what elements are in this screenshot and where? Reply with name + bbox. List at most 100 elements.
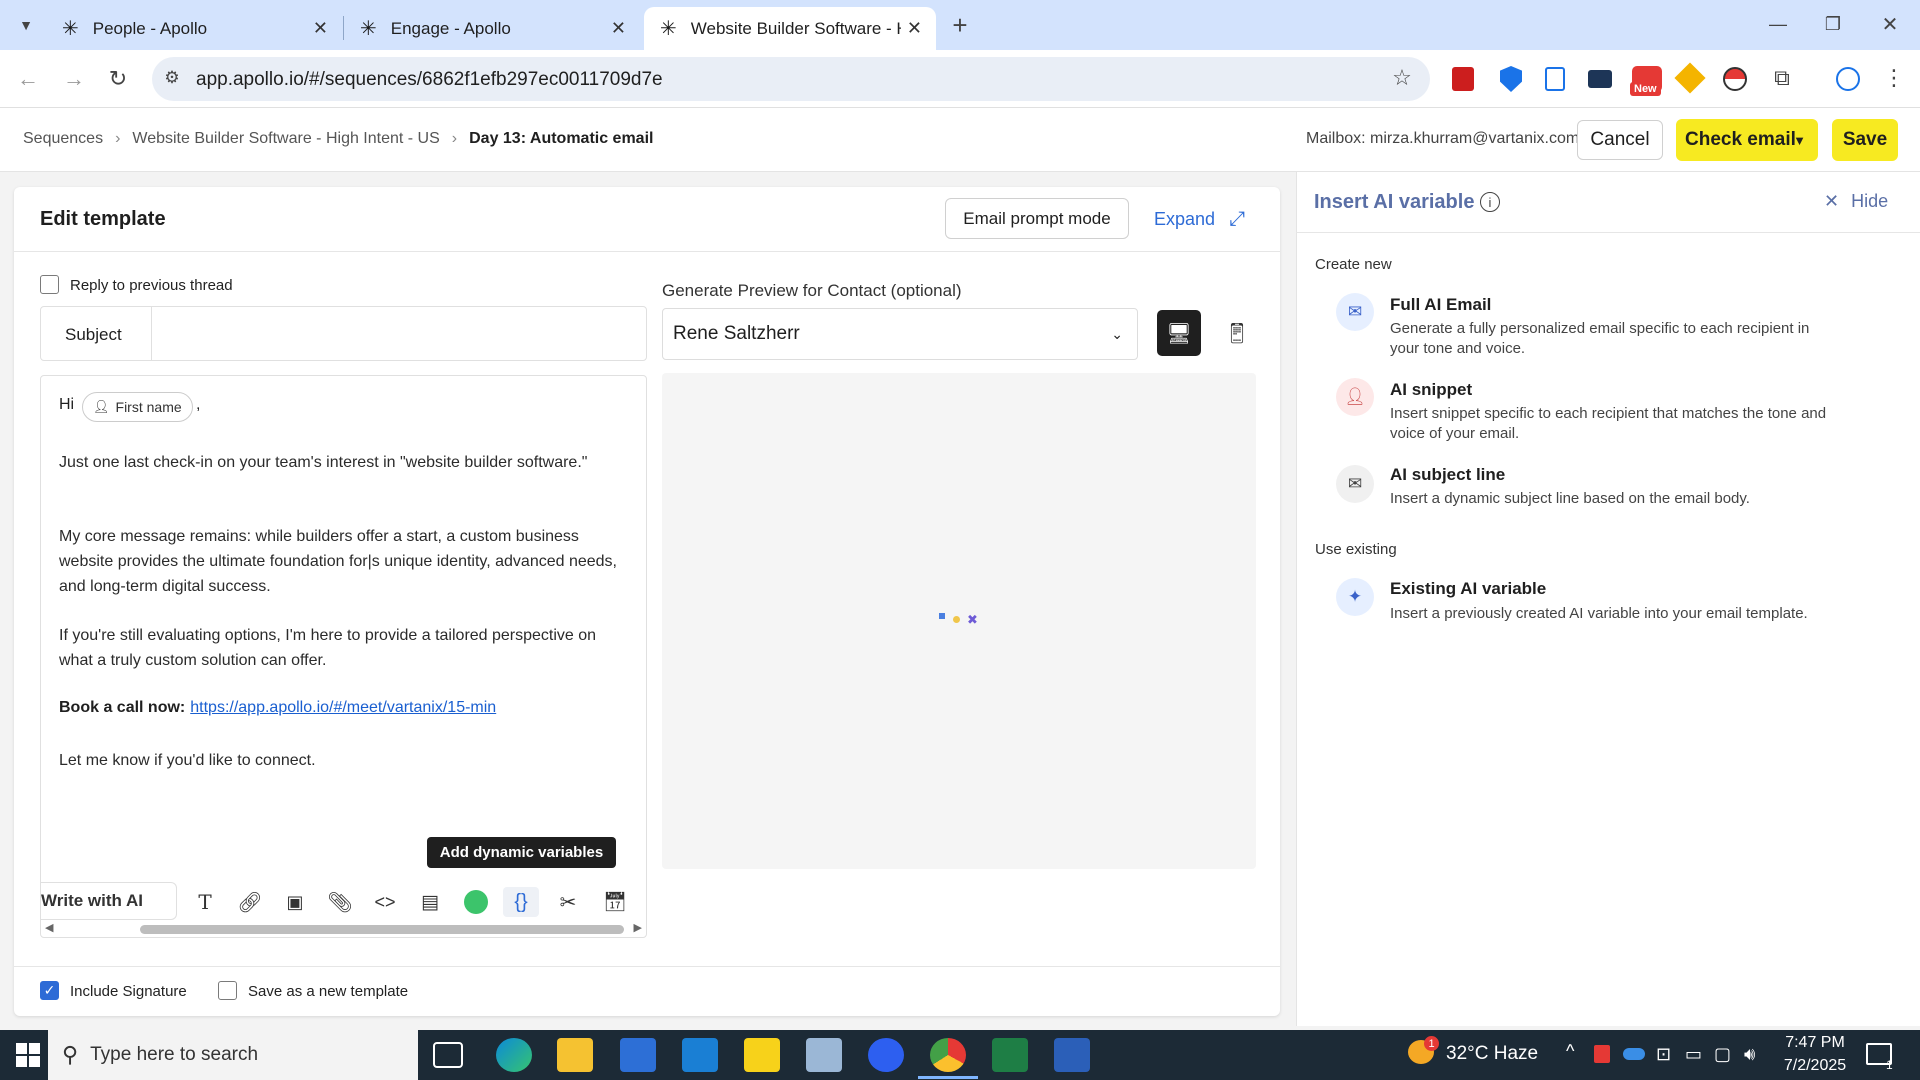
bookmark-star-icon[interactable]: ☆ [1388,64,1416,92]
zoom-icon[interactable] [868,1038,904,1072]
ai-item-desc: Generate a fully personalized email spec… [1390,320,1810,357]
tab-people[interactable]: ✳ People - Apollo ✕ [46,7,342,50]
browser-menu-icon[interactable]: ⋮ [1880,64,1908,92]
close-tab-icon[interactable]: ✕ [907,18,922,39]
attachment-icon[interactable]: 📎︎ [325,887,355,917]
sticky-notes-icon[interactable] [744,1038,780,1072]
tab-engage[interactable]: ✳ Engage - Apollo ✕ [344,7,640,50]
tab-search-chevron-icon[interactable]: ▼ [12,11,40,39]
desktop-preview-icon[interactable]: 🖥︎ [1157,310,1201,356]
edge-browser-icon[interactable] [496,1038,532,1072]
scrollbar-thumb[interactable] [140,925,624,934]
windows-start-icon[interactable] [16,1043,40,1067]
breadcrumb: Sequences › Website Builder Software - H… [23,130,653,148]
link-icon[interactable]: 🔗︎ [235,887,265,917]
dynamic-variables-braces-icon[interactable]: {} [503,887,539,917]
body-paragraph-2: My core message remains: while builders … [59,528,617,595]
taskbar-search-box[interactable]: ⚲ Type here to search [48,1030,418,1080]
weather-text[interactable]: 32°C Haze [1446,1043,1538,1065]
site-info-icon[interactable]: ⚙ [158,64,186,92]
search-icon: ⚲ [62,1042,79,1067]
info-icon[interactable]: i [1480,192,1500,212]
onedrive-tray-icon[interactable] [1623,1048,1645,1060]
caret-down-icon: ▼ [1793,132,1806,148]
url-text[interactable]: app.apollo.io/#/sequences/6862f1efb297ec… [196,69,663,91]
meeting-link[interactable]: https://app.apollo.io/#/meet/vartanix/15… [190,699,496,717]
tab-title: Engage - Apollo [390,18,511,38]
contact-select[interactable]: Rene Saltzherr ⌄ [662,308,1138,360]
restore-icon[interactable]: ❐ [1819,10,1847,38]
network-tray-icon[interactable]: ▢ [1714,1044,1731,1065]
text-format-icon[interactable]: T [190,887,220,917]
pdf-extension-icon[interactable] [1452,67,1474,91]
subject-sparkle-icon: ✉ [1336,465,1374,503]
breadcrumb-sequence-name[interactable]: Website Builder Software - High Intent -… [132,130,439,148]
toolbar-scrollbar[interactable]: ◀ ▶ [40,921,647,937]
tab-website-builder[interactable]: ✳ Website Builder Software - High ✕ [644,7,936,50]
snippet-document-icon[interactable]: ▤ [415,887,445,917]
reload-icon[interactable]: ↻ [104,65,132,93]
reply-thread-checkbox[interactable] [40,275,59,294]
breadcrumb-sequences[interactable]: Sequences [23,130,103,148]
body-paragraph-3: If you're still evaluating options, I'm … [59,627,597,669]
scroll-left-icon[interactable]: ◀ [45,921,53,934]
ai-bot-icon[interactable] [461,887,491,917]
tab-title: People - Apollo [92,18,208,38]
email-sparkle-icon: ✉ [1336,293,1374,331]
scissors-icon[interactable]: ✂ [553,887,583,917]
close-tab-icon[interactable]: ✕ [611,18,626,39]
hide-button[interactable]: ✕ Hide [1824,191,1888,212]
forward-icon[interactable]: → [60,65,88,93]
new-tab-icon[interactable]: + [946,10,974,40]
clock-date[interactable]: 7/2/2025 [1772,1057,1858,1075]
close-tab-icon[interactable]: ✕ [313,18,328,39]
apollo-logo-icon: ✳ [360,18,377,40]
task-view-icon[interactable] [433,1042,463,1068]
mail-icon[interactable] [682,1038,718,1072]
scroll-right-icon[interactable]: ▶ [634,921,642,934]
footer-divider [14,966,1280,967]
wallet-extension-icon[interactable] [1588,70,1612,88]
chevron-down-icon: ⌄ [1111,325,1123,342]
subject-field[interactable] [40,306,647,361]
expand-arrows-icon: ⤢ [1229,208,1246,230]
microsoft-store-icon[interactable] [620,1038,656,1072]
active-app-indicator [918,1076,978,1079]
profile-avatar-icon[interactable] [1836,67,1860,91]
pokeball-extension-icon[interactable] [1723,67,1747,91]
notification-count: 1 [1886,1058,1893,1072]
cta-label: Book a call now: [59,699,186,716]
tray-chevron-up-icon[interactable]: ^ [1566,1041,1574,1062]
email-prompt-mode-button[interactable]: Email prompt mode [945,198,1129,239]
file-explorer-icon[interactable] [557,1038,593,1072]
snipping-tool-icon[interactable] [806,1038,842,1072]
volume-tray-icon[interactable]: 🔊︎ [1744,1044,1755,1065]
document-extension-icon[interactable] [1545,67,1565,91]
mobile-preview-icon[interactable]: 📱︎ [1215,310,1259,356]
write-with-ai-button[interactable]: Write with AI [40,882,177,920]
excel-icon[interactable] [992,1038,1028,1072]
code-icon[interactable]: <> [370,887,400,917]
include-signature-label: Include Signature [70,983,187,1000]
word-icon[interactable] [1054,1038,1090,1072]
clock-time[interactable]: 7:47 PM [1772,1034,1858,1052]
include-signature-checkbox[interactable]: ✓ [40,981,59,1000]
camera-tray-icon[interactable]: ⊡ [1656,1044,1671,1065]
header-divider [14,251,1280,252]
battery-tray-icon[interactable]: ▭ [1685,1044,1702,1065]
chrome-icon[interactable] [930,1038,966,1072]
check-email-button[interactable]: Check email ▼ [1676,119,1818,161]
minimize-icon[interactable]: — [1764,10,1792,38]
close-window-icon[interactable]: ✕ [1876,10,1904,38]
snippet-user-icon: 👤︎ [1336,378,1374,416]
expand-button[interactable]: Expand ⤢ [1154,208,1245,231]
extensions-puzzle-icon[interactable]: ⧉ [1768,64,1796,92]
cancel-button[interactable]: Cancel [1577,120,1663,160]
acrobat-tray-icon[interactable] [1594,1045,1610,1063]
image-icon[interactable]: ▣ [280,887,310,917]
save-template-checkbox[interactable] [218,981,237,1000]
back-icon[interactable]: ← [14,65,42,93]
first-name-variable-chip[interactable]: 👤︎ First name [82,392,193,422]
calendar-icon[interactable]: 📅︎ [600,887,630,917]
save-button[interactable]: Save [1832,119,1898,161]
